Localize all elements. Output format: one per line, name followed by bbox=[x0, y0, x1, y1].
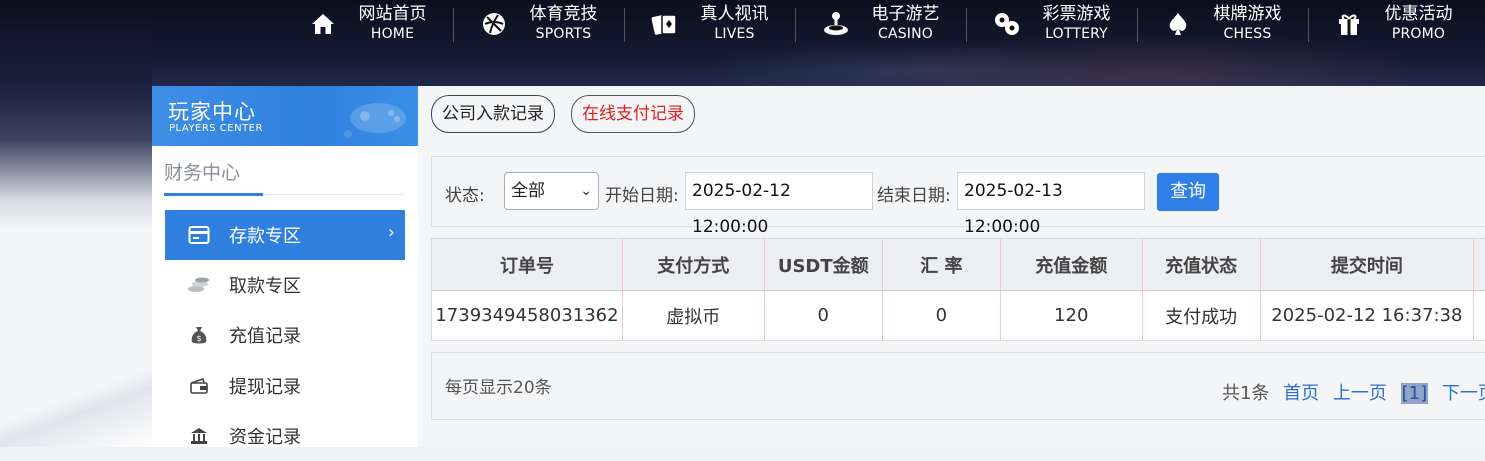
end-date-label: 结束日期: bbox=[877, 186, 951, 206]
column-header: 汇 率 bbox=[882, 239, 1001, 291]
chevron-right-icon: › bbox=[387, 222, 395, 243]
nav-sports-sub: SPORTS bbox=[535, 26, 592, 43]
overflow-cell bbox=[1473, 290, 1485, 340]
column-header: 充值状态 bbox=[1142, 239, 1261, 291]
nav-sports-label: 体育竞技 bbox=[529, 4, 598, 25]
nav-casino[interactable]: 电子游艺 CASINO bbox=[795, 0, 966, 48]
nav-lottery[interactable]: 彩票游戏 LOTTERY bbox=[966, 0, 1137, 48]
nav-home[interactable]: 网站首页 HOME bbox=[282, 0, 453, 48]
end-date-input[interactable]: 2025-02-13 12:00:00 bbox=[957, 172, 1145, 237]
left-background-streak bbox=[0, 370, 152, 447]
home-icon bbox=[309, 10, 337, 38]
column-header: 提交时间 bbox=[1260, 239, 1475, 291]
top-navigation: 网站首页 HOME 体育竞技 SPORTS 真人视讯 LIVES 电子游艺 CASINO… bbox=[282, 0, 1479, 48]
status-label: 状态: bbox=[445, 186, 485, 206]
column-header: 订单号 bbox=[432, 239, 623, 291]
sidebar-header: 玩家中心 PLAYERS CENTER bbox=[152, 86, 418, 146]
recharge-amount-cell: 120 bbox=[1000, 290, 1143, 340]
main-content: 公司入款记录 在线支付记录 状态: 全部 ⌄ 开始日期: 2025-02-12 … bbox=[418, 86, 1485, 447]
filter-panel: 状态: 全部 ⌄ 开始日期: 2025-02-12 12:00:00 结束日期:… bbox=[431, 156, 1485, 237]
nav-lives-sub: LIVES bbox=[714, 26, 755, 43]
tab-online-payment-records[interactable]: 在线支付记录 bbox=[571, 95, 695, 133]
deposit-card-icon bbox=[187, 223, 211, 247]
nav-home-sub: HOME bbox=[370, 26, 415, 43]
table-row: 1739349458031362 虚拟币 0 0 120 支付成功 2025-0… bbox=[432, 290, 1485, 340]
column-header: 充值金额 bbox=[1000, 239, 1143, 291]
status-select[interactable]: 全部 ⌄ bbox=[504, 172, 599, 210]
sidebar-subtitle: PLAYERS CENTER bbox=[169, 123, 263, 134]
current-page[interactable]: [1] bbox=[1400, 383, 1429, 404]
pagination-controls: 共1条 首页 上一页 [1] 下一页 第 bbox=[1222, 379, 1485, 405]
money-bag-icon: $ bbox=[187, 323, 211, 347]
nav-chess-label: 棋牌游戏 bbox=[1213, 4, 1282, 25]
sidebar-item-deposit[interactable]: 存款专区 › bbox=[165, 210, 405, 260]
tab-company-deposit-records[interactable]: 公司入款记录 bbox=[431, 95, 555, 133]
start-date-label: 开始日期: bbox=[605, 186, 679, 206]
spade-icon bbox=[1164, 10, 1192, 38]
withdraw-coins-icon bbox=[187, 273, 211, 297]
status-select-value: 全部 bbox=[511, 181, 545, 201]
first-page-link[interactable]: 首页 bbox=[1283, 383, 1319, 404]
nav-promo[interactable]: 优惠活动 PROMO bbox=[1308, 0, 1479, 48]
sidebar-item-label: 存款专区 bbox=[229, 226, 301, 247]
nav-lives[interactable]: 真人视讯 LIVES bbox=[624, 0, 795, 48]
bank-icon bbox=[187, 424, 211, 448]
chevron-down-icon: ⌄ bbox=[580, 183, 592, 199]
nav-sports[interactable]: 体育竞技 SPORTS bbox=[453, 0, 624, 48]
nav-casino-label: 电子游艺 bbox=[871, 4, 940, 25]
nav-promo-label: 优惠活动 bbox=[1384, 4, 1453, 25]
finance-center-heading: 财务中心 bbox=[164, 162, 241, 184]
query-button[interactable]: 查询 bbox=[1157, 173, 1219, 211]
sidebar-item-recharge-records[interactable]: $ 充值记录 bbox=[165, 310, 405, 360]
total-count: 共1条 bbox=[1222, 383, 1270, 404]
players-center-sidebar: 玩家中心 PLAYERS CENTER 财务中心 存款专区 › 取款专区 $ 充… bbox=[152, 86, 418, 448]
nav-lottery-label: 彩票游戏 bbox=[1042, 4, 1111, 25]
nav-chess-sub: CHESS bbox=[1223, 26, 1272, 43]
payment-records-table: 订单号 支付方式 USDT金额 汇 率 充值金额 充值状态 提交时间 17393… bbox=[431, 238, 1485, 341]
sidebar-item-withdraw[interactable]: 取款专区 bbox=[165, 260, 405, 310]
nav-promo-sub: PROMO bbox=[1391, 26, 1446, 43]
svg-text:$: $ bbox=[196, 334, 201, 343]
section-underline bbox=[164, 193, 263, 196]
nav-chess[interactable]: 棋牌游戏 CHESS bbox=[1137, 0, 1308, 48]
sidebar-item-label: 提现记录 bbox=[229, 377, 301, 398]
sidebar-item-fund-records[interactable]: 资金记录 bbox=[165, 411, 405, 461]
sports-ball-icon bbox=[480, 10, 508, 38]
submit-time-cell: 2025-02-12 16:37:38 bbox=[1260, 290, 1475, 340]
sidebar-item-label: 充值记录 bbox=[229, 326, 301, 347]
gamepad-icon bbox=[338, 88, 418, 146]
nav-casino-sub: CASINO bbox=[877, 26, 934, 43]
start-date-input[interactable]: 2025-02-12 12:00:00 bbox=[685, 172, 873, 237]
order-number-cell: 1739349458031362 bbox=[432, 290, 623, 340]
prev-page-link[interactable]: 上一页 bbox=[1333, 383, 1387, 404]
gift-icon bbox=[1335, 10, 1363, 38]
usdt-amount-cell: 0 bbox=[764, 290, 883, 340]
column-header: 支付方式 bbox=[622, 239, 765, 291]
joystick-icon bbox=[822, 10, 850, 38]
column-header: USDT金额 bbox=[764, 239, 883, 291]
nav-lives-label: 真人视讯 bbox=[700, 4, 769, 25]
payment-method-cell: 虚拟币 bbox=[622, 290, 765, 340]
next-page-link[interactable]: 下一页 bbox=[1442, 383, 1485, 404]
pagination-panel: 每页显示20条 共1条 首页 上一页 [1] 下一页 第 bbox=[431, 352, 1485, 420]
sidebar-item-withdraw-records[interactable]: 提现记录 bbox=[165, 361, 405, 411]
lottery-balls-icon bbox=[993, 10, 1021, 38]
nav-lottery-sub: LOTTERY bbox=[1045, 26, 1108, 43]
per-page-text: 每页显示20条 bbox=[445, 378, 552, 398]
playing-cards-icon bbox=[651, 10, 679, 38]
exchange-rate-cell: 0 bbox=[882, 290, 1001, 340]
nav-home-label: 网站首页 bbox=[358, 4, 427, 25]
wallet-icon bbox=[187, 374, 211, 398]
table-header-row: 订单号 支付方式 USDT金额 汇 率 充值金额 充值状态 提交时间 bbox=[432, 239, 1485, 291]
sidebar-title: 玩家中心 bbox=[168, 100, 256, 124]
sidebar-item-label: 资金记录 bbox=[229, 427, 301, 448]
record-tabs: 公司入款记录 在线支付记录 bbox=[418, 86, 1485, 146]
column-header-overflow bbox=[1473, 239, 1485, 291]
sidebar-item-label: 取款专区 bbox=[229, 276, 301, 297]
recharge-status-cell: 支付成功 bbox=[1142, 290, 1261, 340]
